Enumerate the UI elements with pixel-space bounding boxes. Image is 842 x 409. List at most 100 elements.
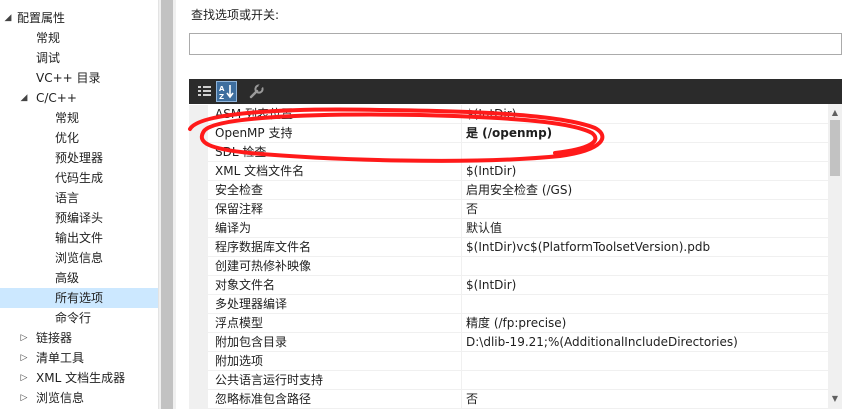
expanded-arrow-icon[interactable]: ◢ <box>19 88 29 108</box>
property-value[interactable]: 启用安全检查 (/GS) <box>466 181 826 200</box>
property-row[interactable]: 对象文件名 $(IntDir) <box>189 276 828 295</box>
column-divider[interactable] <box>461 314 462 333</box>
property-value[interactable]: D:\dlib-19.21;%(AdditionalIncludeDirecto… <box>466 333 826 352</box>
column-divider[interactable] <box>461 276 462 295</box>
property-row[interactable]: 程序数据库文件名 $(IntDir)vc$(PlatformToolsetVers… <box>189 238 828 257</box>
tree-item[interactable]: 预处理器 <box>0 148 158 168</box>
property-row[interactable]: 安全检查 启用安全检查 (/GS) <box>189 181 828 200</box>
tree-item[interactable]: 优化 <box>0 128 158 148</box>
categorized-icon[interactable] <box>194 81 215 102</box>
expanded-arrow-icon[interactable]: ◢ <box>3 8 13 28</box>
property-value[interactable]: 是 (/openmp) <box>466 124 826 143</box>
property-name: 浮点模型 <box>215 316 264 330</box>
column-divider[interactable] <box>461 371 462 390</box>
property-row[interactable]: 附加包含目录 D:\dlib-19.21;%(AdditionalIncludeD… <box>189 333 828 352</box>
property-value[interactable]: $(IntDir) <box>466 162 826 181</box>
property-value[interactable] <box>466 371 826 390</box>
search-input[interactable] <box>189 33 842 55</box>
property-value[interactable]: $(IntDir) <box>466 105 826 124</box>
property-name: XML 文档文件名 <box>215 164 305 178</box>
property-row[interactable]: 忽略标准包含路径 否 <box>189 390 828 409</box>
tree-item[interactable]: 所有选项 <box>0 288 158 308</box>
property-row[interactable]: 创建可热修补映像 <box>189 257 828 276</box>
tree-scrollbar-thumb[interactable] <box>161 0 173 409</box>
tree-item[interactable]: 输出文件 <box>0 228 158 248</box>
grid-scrollbar-thumb[interactable] <box>830 120 840 176</box>
collapsed-arrow-icon[interactable]: ▷ <box>19 328 29 348</box>
property-row[interactable]: SDL 检查 <box>189 143 828 162</box>
property-value[interactable] <box>466 295 826 314</box>
property-row[interactable]: 保留注释 否 <box>189 200 828 219</box>
tree-item[interactable]: 代码生成 <box>0 168 158 188</box>
tree-item[interactable]: 调试 <box>0 48 158 68</box>
property-value[interactable]: 否 <box>466 390 826 409</box>
property-name: OpenMP 支持 <box>215 126 293 140</box>
property-row[interactable]: ASM 列表位置 $(IntDir) <box>189 105 828 124</box>
property-value[interactable]: 精度 (/fp:precise) <box>466 314 826 333</box>
property-name: 附加选项 <box>215 354 264 368</box>
scroll-up-icon[interactable]: ▲ <box>830 108 840 118</box>
property-value[interactable] <box>466 352 826 371</box>
property-row[interactable]: 编译为 默认值 <box>189 219 828 238</box>
tree-scrollbar[interactable] <box>158 0 176 409</box>
tree-item[interactable]: 命令行 <box>0 308 158 328</box>
property-value[interactable]: 否 <box>466 200 826 219</box>
column-divider[interactable] <box>461 257 462 276</box>
column-divider[interactable] <box>461 181 462 200</box>
wrench-icon[interactable] <box>246 81 267 102</box>
property-row[interactable]: 公共语言运行时支持 <box>189 371 828 390</box>
collapsed-arrow-icon[interactable]: ▷ <box>19 388 29 408</box>
tree-item[interactable]: ▷ 链接器 <box>0 328 158 348</box>
column-divider[interactable] <box>461 200 462 219</box>
property-value[interactable]: $(IntDir)vc$(PlatformToolsetVersion).pdb <box>466 238 826 257</box>
property-value[interactable]: $(IntDir) <box>466 276 826 295</box>
tree-item[interactable]: 常规 <box>0 28 158 48</box>
property-grid: A Z ASM 列表位置 $(IntDir) OpenMP 支持 是 (/openmp… <box>189 79 842 409</box>
column-divider[interactable] <box>461 162 462 181</box>
collapsed-arrow-icon[interactable]: ▷ <box>19 368 29 388</box>
property-name: 忽略标准包含路径 <box>215 392 312 406</box>
tree-item[interactable]: ▷ XML 文档生成器 <box>0 368 158 388</box>
row-gutter <box>189 352 208 371</box>
row-gutter <box>189 295 208 314</box>
property-rows: ASM 列表位置 $(IntDir) OpenMP 支持 是 (/openmp) SDL… <box>189 104 828 409</box>
column-divider[interactable] <box>461 105 462 124</box>
tree-item[interactable]: ▷ 浏览信息 <box>0 388 158 408</box>
tree-item[interactable]: 语言 <box>0 188 158 208</box>
column-divider[interactable] <box>461 143 462 162</box>
property-value[interactable]: 默认值 <box>466 219 826 238</box>
column-divider[interactable] <box>461 390 462 409</box>
column-divider[interactable] <box>461 352 462 371</box>
property-row[interactable]: 多处理器编译 <box>189 295 828 314</box>
scroll-down-icon[interactable]: ▼ <box>830 394 840 404</box>
column-divider[interactable] <box>461 238 462 257</box>
row-gutter <box>189 124 208 143</box>
tree-item[interactable]: ▷ 清单工具 <box>0 348 158 368</box>
grid-scrollbar[interactable]: ▲ ▼ <box>828 104 842 409</box>
property-value[interactable] <box>466 257 826 276</box>
row-gutter <box>189 181 208 200</box>
property-row[interactable]: XML 文档文件名 $(IntDir) <box>189 162 828 181</box>
tree-item[interactable]: 常规 <box>0 108 158 128</box>
property-row[interactable]: 浮点模型 精度 (/fp:precise) <box>189 314 828 333</box>
tree-item-label: C/C++ <box>36 91 77 105</box>
search-label: 查找选项或开关: <box>191 8 280 22</box>
property-value[interactable] <box>466 143 826 162</box>
tree-item[interactable]: ◢ C/C++ <box>0 88 158 108</box>
tree-item[interactable]: 预编译头 <box>0 208 158 228</box>
tree-item[interactable]: VC++ 目录 <box>0 68 158 88</box>
property-name: 多处理器编译 <box>215 297 288 311</box>
row-gutter <box>189 105 208 124</box>
column-divider[interactable] <box>461 219 462 238</box>
column-divider[interactable] <box>461 295 462 314</box>
collapsed-arrow-icon[interactable]: ▷ <box>19 348 29 368</box>
property-row[interactable]: OpenMP 支持 是 (/openmp) <box>189 124 828 143</box>
tree-item-label: 预编译头 <box>55 211 104 225</box>
tree-item[interactable]: ◢ 配置属性 <box>0 8 158 28</box>
property-row[interactable]: 附加选项 <box>189 352 828 371</box>
tree-item[interactable]: 浏览信息 <box>0 248 158 268</box>
column-divider[interactable] <box>461 333 462 352</box>
tree-item[interactable]: 高级 <box>0 268 158 288</box>
column-divider[interactable] <box>461 124 462 143</box>
alphabetical-sort-icon[interactable]: A Z <box>216 81 237 102</box>
